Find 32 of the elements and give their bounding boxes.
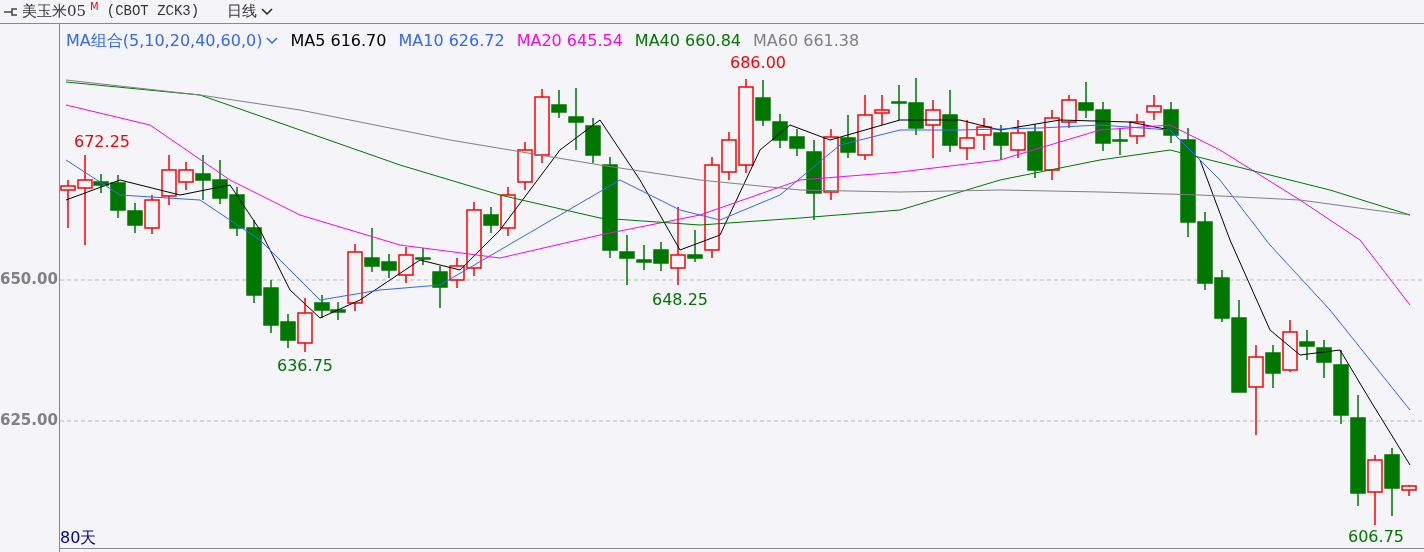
price-label: 636.75 <box>277 358 333 374</box>
price-label: 606.75 <box>1348 529 1404 545</box>
instrument-code: (CBOT ZCK3) <box>106 2 200 21</box>
candlestick <box>212 159 228 205</box>
legend-item: MA20 645.54 <box>516 30 623 52</box>
price-label: 648.25 <box>652 292 708 308</box>
range-label: 80天 <box>60 530 97 546</box>
legend-item: MA10 626.72 <box>398 30 505 52</box>
price-label: 686.00 <box>730 55 786 71</box>
axis-label: 625.00 <box>0 413 58 428</box>
candlestick <box>993 124 1009 161</box>
candlestick <box>925 99 941 159</box>
chevron-down-icon <box>266 37 279 45</box>
candlestick <box>976 117 992 151</box>
candlestick <box>144 194 160 235</box>
indicator-selector[interactable]: MA组合(5,10,20,40,60,0) <box>66 29 279 53</box>
candlestick <box>1129 113 1145 145</box>
legend-item: MA60 661.38 <box>753 30 860 52</box>
candlestick <box>1010 119 1026 159</box>
market-superscript-label: M <box>90 2 99 12</box>
period-dropdown[interactable]: 日线 <box>227 0 274 23</box>
candlestick <box>1078 81 1094 119</box>
candlestick <box>772 113 788 149</box>
candlestick <box>127 202 143 234</box>
instrument-name: 美玉米05 <box>22 1 87 23</box>
legend-item: MA5 616.70 <box>290 30 387 52</box>
chevron-down-icon <box>261 7 274 16</box>
link-icon[interactable] <box>4 7 18 16</box>
price-label: 672.25 <box>74 134 130 150</box>
candlestick <box>1027 123 1043 179</box>
axis-label: 650.00 <box>0 272 58 287</box>
legend-item: MA40 660.84 <box>634 30 742 52</box>
